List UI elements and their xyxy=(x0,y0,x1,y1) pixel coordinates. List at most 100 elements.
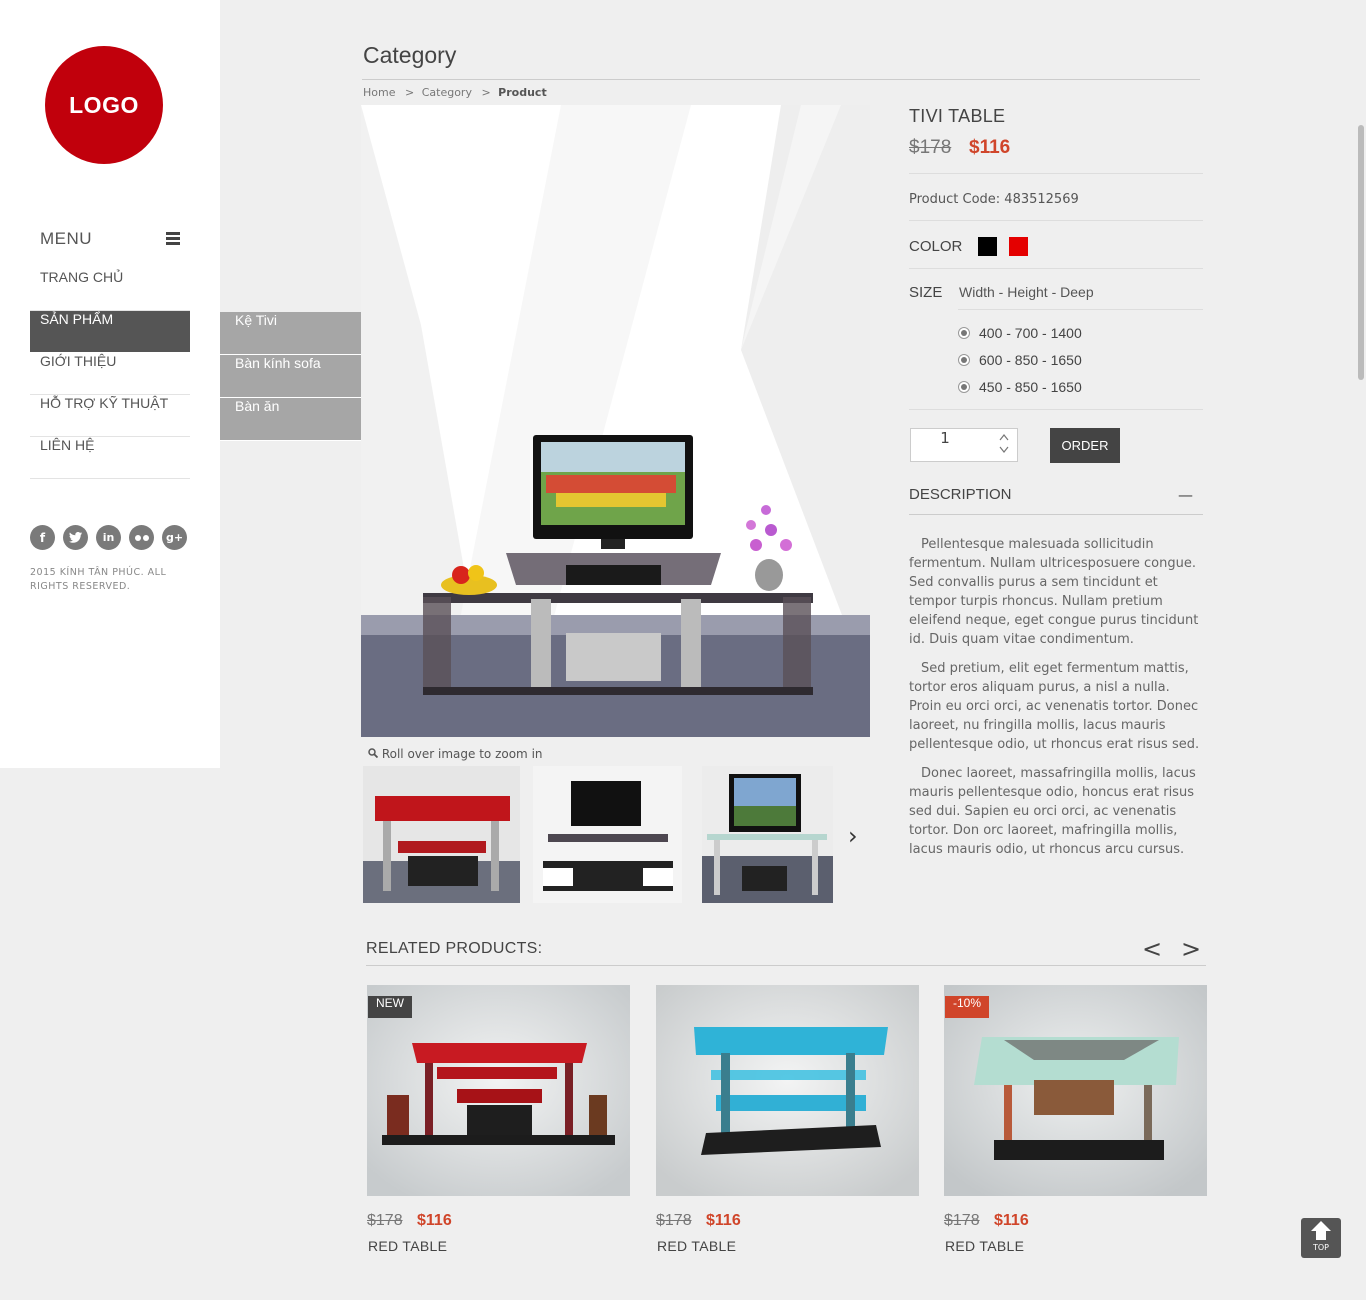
size-dimensions-header: Width - Height - Deep xyxy=(959,284,1094,300)
product-main-image[interactable] xyxy=(361,105,870,737)
back-to-top-button[interactable]: TOP xyxy=(1301,1218,1341,1258)
back-to-top-label: TOP xyxy=(1312,1243,1329,1252)
size-radio[interactable] xyxy=(958,354,970,366)
size-radio[interactable] xyxy=(958,381,970,393)
description-paragraph: Donec laoreet, massafringilla mollis, la… xyxy=(909,766,1196,857)
collapse-icon[interactable]: — xyxy=(1178,486,1193,504)
copyright: 2015 KÍNH TÂN PHÚC. ALL RIGHTS RESERVED. xyxy=(30,567,167,592)
size-option-label: 400 - 700 - 1400 xyxy=(979,325,1082,341)
related-prev-arrow[interactable]: < xyxy=(1142,935,1162,963)
size-option[interactable]: 600 - 850 - 1650 xyxy=(958,352,1082,368)
related-product-image[interactable] xyxy=(656,985,919,1196)
related-product-name[interactable]: RED TABLE xyxy=(657,1238,736,1254)
menu-item-gioi-thieu[interactable]: GIỚI THIỆU xyxy=(30,353,190,395)
title-divider xyxy=(362,79,1200,80)
sidebar: LOGO MENU TRANG CHỦ SẢN PHẨM GIỚI THIỆU … xyxy=(0,0,220,768)
related-old-price: $178 xyxy=(367,1212,403,1229)
related-product-image[interactable]: NEW xyxy=(367,985,630,1196)
order-button[interactable]: ORDER xyxy=(1050,428,1120,463)
divider xyxy=(909,514,1203,515)
breadcrumb-current: Product xyxy=(498,86,547,99)
submenu-item-ban-an[interactable]: Bàn ăn xyxy=(220,398,371,441)
divider xyxy=(909,409,1203,410)
description-title[interactable]: DESCRIPTION xyxy=(909,486,1012,503)
product-code-label: Product Code: xyxy=(909,192,1001,207)
divider xyxy=(909,173,1203,174)
size-option-label: 450 - 850 - 1650 xyxy=(979,379,1082,395)
related-price: $116 xyxy=(994,1212,1029,1229)
divider xyxy=(958,309,1203,310)
related-product-card[interactable]: $178 $116 RED TABLE xyxy=(656,985,919,1254)
submenu-item-ban-kinh-sofa[interactable]: Bàn kính sofa xyxy=(220,355,371,398)
hamburger-icon[interactable] xyxy=(166,232,180,245)
submenu-item-ke-tivi[interactable]: Kệ Tivi xyxy=(220,312,371,355)
product-code: Product Code: 483512569 xyxy=(909,192,1079,207)
breadcrumb-separator: > xyxy=(481,86,491,99)
breadcrumb-category[interactable]: Category xyxy=(422,86,472,99)
sale-price: $116 xyxy=(969,137,1011,158)
quantity-value[interactable]: 1 xyxy=(911,429,979,447)
thumbnail-3[interactable] xyxy=(702,766,833,903)
related-price: $116 xyxy=(706,1212,741,1229)
menu-item-trang-chu[interactable]: TRANG CHỦ xyxy=(30,269,190,311)
flickr-icon[interactable] xyxy=(129,525,154,550)
menu-item-lien-he[interactable]: LIÊN HỆ xyxy=(30,437,190,479)
thumbnail-2[interactable] xyxy=(533,766,682,903)
thumbnail-1[interactable] xyxy=(363,766,520,903)
zoom-hint: Roll over image to zoom in xyxy=(368,747,543,761)
logo[interactable]: LOGO xyxy=(45,46,163,164)
size-radio[interactable] xyxy=(958,327,970,339)
related-old-price: $178 xyxy=(656,1212,692,1229)
breadcrumb-separator: > xyxy=(404,86,415,99)
size-option[interactable]: 400 - 700 - 1400 xyxy=(958,325,1082,341)
size-option-label: 600 - 850 - 1650 xyxy=(979,352,1082,368)
thumbnail-next-arrow[interactable]: › xyxy=(848,822,858,850)
related-product-image[interactable]: -10% xyxy=(944,985,1207,1196)
product-code-value: 483512569 xyxy=(1004,192,1079,207)
scrollbar-thumb[interactable] xyxy=(1358,125,1364,380)
quantity-stepper[interactable]: 1 xyxy=(910,428,1018,462)
product-name: TIVI TABLE xyxy=(909,106,1006,126)
size-option[interactable]: 450 - 850 - 1650 xyxy=(958,379,1082,395)
menu-item-ho-tro-ky-thuat[interactable]: HỖ TRỢ KỸ THUẬT xyxy=(30,395,190,437)
badge-new: NEW xyxy=(368,996,412,1018)
badge-discount: -10% xyxy=(945,996,990,1018)
menu-item-san-pham[interactable]: SẢN PHẨM xyxy=(30,311,190,353)
color-swatch-red[interactable] xyxy=(1009,237,1028,256)
related-price: $116 xyxy=(417,1212,452,1229)
scrollbar[interactable] xyxy=(1356,0,1366,780)
divider xyxy=(909,268,1203,269)
breadcrumb-home[interactable]: Home xyxy=(363,86,395,99)
size-label: SIZE xyxy=(909,284,943,301)
page-title: Category xyxy=(363,42,457,68)
zoom-icon xyxy=(368,748,379,759)
divider xyxy=(909,220,1203,221)
description-body: Pellentesque malesuada sollicitudin ferm… xyxy=(909,535,1205,869)
logo-text: LOGO xyxy=(69,91,139,118)
zoom-hint-text: Roll over image to zoom in xyxy=(381,747,543,761)
related-product-name[interactable]: RED TABLE xyxy=(368,1238,447,1254)
main-menu: TRANG CHỦ SẢN PHẨM GIỚI THIỆU HỖ TRỢ KỸ … xyxy=(30,269,190,479)
related-product-card[interactable]: NEW $178 $116 RED TABLE xyxy=(367,985,630,1254)
related-product-name[interactable]: RED TABLE xyxy=(945,1238,1024,1254)
chevron-down-icon[interactable] xyxy=(999,446,1009,457)
linkedin-icon[interactable]: in xyxy=(96,525,121,550)
menu-header[interactable]: MENU xyxy=(40,229,180,251)
related-old-price: $178 xyxy=(944,1212,980,1229)
old-price: $178 xyxy=(909,137,952,158)
google-plus-icon[interactable]: g+ xyxy=(162,525,187,550)
related-next-arrow[interactable]: > xyxy=(1181,935,1201,963)
social-links: f in g+ xyxy=(30,525,187,550)
related-product-card[interactable]: -10% $178 $116 RED TABLE xyxy=(944,985,1207,1254)
description-paragraph: Pellentesque malesuada sollicitudin ferm… xyxy=(909,537,1199,647)
chevron-up-icon[interactable] xyxy=(999,433,1009,444)
color-label: COLOR xyxy=(909,238,963,255)
menu-title: MENU xyxy=(40,229,93,248)
facebook-icon[interactable]: f xyxy=(30,525,55,550)
submenu-san-pham: Kệ Tivi Bàn kính sofa Bàn ăn xyxy=(220,312,371,441)
color-swatch-black[interactable] xyxy=(978,237,997,256)
twitter-icon[interactable] xyxy=(63,525,88,550)
related-divider xyxy=(366,965,1206,966)
description-paragraph: Sed pretium, elit eget fermentum mattis,… xyxy=(909,661,1200,752)
related-products-title: RELATED PRODUCTS: xyxy=(366,940,543,957)
